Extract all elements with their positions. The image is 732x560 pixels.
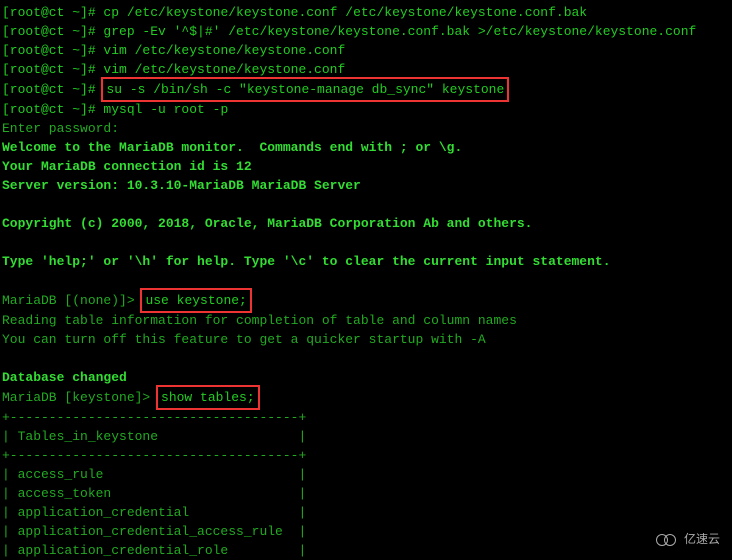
watermark-cloud-icon: [656, 533, 680, 547]
cmd-vim: vim /etc/keystone/keystone.conf: [103, 43, 345, 58]
cmd-vim: vim /etc/keystone/keystone.conf: [103, 62, 345, 77]
enter-password: Enter password:: [2, 119, 730, 138]
database-changed: Database changed: [2, 368, 730, 387]
table-header: | Tables_in_keystone |: [2, 427, 730, 446]
terminal-line-su: [root@ct ~]# su -s /bin/sh -c "keystone-…: [2, 79, 730, 100]
mariadb-server-version: Server version: 10.3.10-MariaDB MariaDB …: [2, 176, 730, 195]
shell-prompt: [root@ct ~]#: [2, 24, 103, 39]
cmd-show-tables: show tables;: [161, 390, 255, 405]
terminal-line-grep: [root@ct ~]# grep -Ev '^$|#' /etc/keysto…: [2, 22, 730, 41]
mariadb-welcome: Welcome to the MariaDB monitor. Commands…: [2, 138, 730, 157]
terminal-line-cp: [root@ct ~]# cp /etc/keystone/keystone.c…: [2, 3, 730, 22]
highlight-use-keystone: use keystone;: [140, 288, 251, 313]
shell-prompt: [root@ct ~]#: [2, 102, 103, 117]
table-row: | access_rule |: [2, 465, 730, 484]
table-border-top: +-------------------------------------+: [2, 408, 730, 427]
blank-line: [2, 195, 730, 214]
cmd-grep: grep -Ev '^$|#' /etc/keystone/keystone.c…: [103, 24, 696, 39]
cmd-su-dbsync: su -s /bin/sh -c "keystone-manage db_syn…: [106, 82, 504, 97]
blank-line: [2, 271, 730, 290]
table-row: | application_credential_access_rule |: [2, 522, 730, 541]
terminal-line-vim1: [root@ct ~]# vim /etc/keystone/keystone.…: [2, 41, 730, 60]
watermark-text: 亿速云: [684, 530, 720, 549]
table-row: | application_credential |: [2, 503, 730, 522]
table-row: | access_token |: [2, 484, 730, 503]
startup-hint: You can turn off this feature to get a q…: [2, 330, 730, 349]
highlight-show-tables: show tables;: [156, 385, 260, 410]
terminal-line-show-tables: MariaDB [keystone]> show tables;: [2, 387, 730, 408]
mariadb-copyright: Copyright (c) 2000, 2018, Oracle, MariaD…: [2, 214, 730, 233]
cmd-cp: cp /etc/keystone/keystone.conf /etc/keys…: [103, 5, 587, 20]
highlight-su-command: su -s /bin/sh -c "keystone-manage db_syn…: [101, 77, 509, 102]
mariadb-help-hint: Type 'help;' or '\h' for help. Type '\c'…: [2, 252, 730, 271]
table-row: | application_credential_role |: [2, 541, 730, 560]
blank-line: [2, 233, 730, 252]
mariadb-connection-id: Your MariaDB connection id is 12: [2, 157, 730, 176]
reading-table-info: Reading table information for completion…: [2, 311, 730, 330]
shell-prompt: [root@ct ~]#: [2, 82, 103, 97]
terminal-line-mysql: [root@ct ~]# mysql -u root -p: [2, 100, 730, 119]
mariadb-prompt-keystone: MariaDB [keystone]>: [2, 390, 158, 405]
shell-prompt: [root@ct ~]#: [2, 43, 103, 58]
cmd-use-keystone: use keystone;: [145, 293, 246, 308]
table-border-mid: +-------------------------------------+: [2, 446, 730, 465]
watermark: 亿速云: [656, 530, 720, 549]
cmd-mysql: mysql -u root -p: [103, 102, 228, 117]
shell-prompt: [root@ct ~]#: [2, 5, 103, 20]
terminal-line-use-keystone: MariaDB [(none)]> use keystone;: [2, 290, 730, 311]
mariadb-prompt-none: MariaDB [(none)]>: [2, 293, 142, 308]
blank-line: [2, 349, 730, 368]
shell-prompt: [root@ct ~]#: [2, 62, 103, 77]
